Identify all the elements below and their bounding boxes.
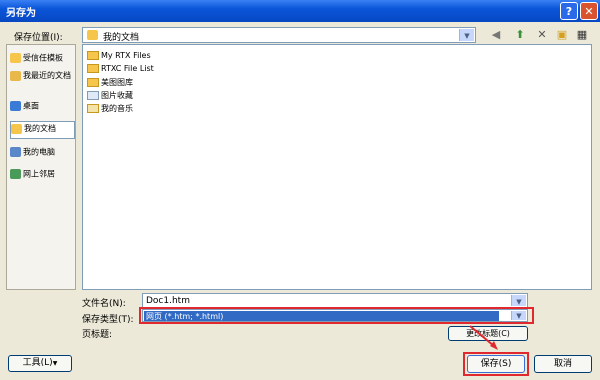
save-label: 保存(S) [480,359,512,369]
cancel-button[interactable]: 取消 [534,355,592,373]
save-button[interactable]: 保存(S) [467,355,525,373]
cancel-label: 取消 [553,359,572,369]
annotation-arrow [469,325,498,350]
